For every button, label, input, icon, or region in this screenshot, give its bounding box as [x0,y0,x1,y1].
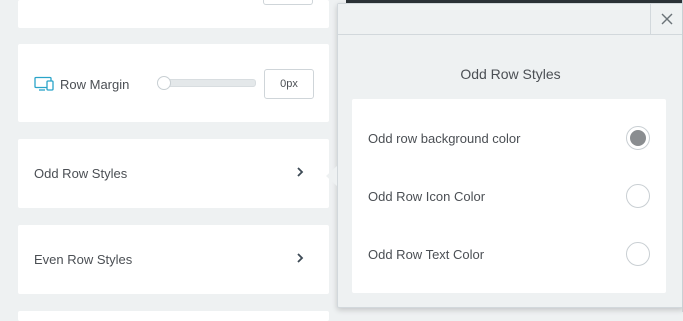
row-margin-input[interactable]: 0px [264,69,314,99]
chevron-right-icon [297,167,304,177]
odd-row-styles-popover: Odd Row Styles Odd row background color … [337,3,683,308]
previous-setting-card [18,0,329,28]
popover-options: Odd row background color Odd Row Icon Co… [352,99,666,293]
even-row-styles-item[interactable]: Even Row Styles [18,225,329,294]
row-margin-label: Row Margin [60,76,130,92]
popover-title: Odd Row Styles [460,66,561,82]
chevron-right-icon [297,253,304,263]
even-row-styles-label: Even Row Styles [34,252,133,267]
settings-panel: Row Margin 0px Odd Row Styles Even Row S… [0,0,346,321]
close-icon [661,13,673,25]
popover-header [338,4,683,35]
odd-row-text-color-swatch[interactable] [626,242,650,266]
row-margin-slider[interactable] [157,76,256,90]
previous-setting-input[interactable] [263,0,313,5]
odd-row-background-color-label: Odd row background color [368,131,521,146]
next-setting-card [18,311,329,321]
row-margin-header: Row Margin [34,76,129,92]
row-margin-slider-handle[interactable] [157,76,171,90]
odd-row-styles-label: Odd Row Styles [34,166,128,181]
odd-row-background-color-swatch[interactable] [626,126,650,150]
odd-row-icon-color-swatch[interactable] [626,184,650,208]
row-margin-card: Row Margin 0px [18,44,329,122]
odd-row-styles-item[interactable]: Odd Row Styles [18,139,329,208]
popover-pointer [326,166,337,186]
close-button[interactable] [650,4,683,34]
odd-row-icon-color-label: Odd Row Icon Color [368,189,486,204]
odd-row-text-color-label: Odd Row Text Color [368,247,485,262]
desktop-icon[interactable] [34,76,54,92]
